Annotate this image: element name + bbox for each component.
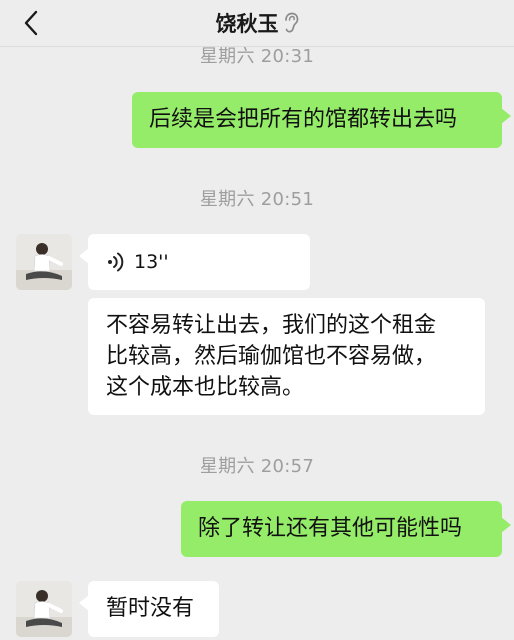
message-bubble-outgoing[interactable]: 后续是会把所有的馆都转出去吗 xyxy=(132,92,511,148)
timestamp: 星期六 20:57 xyxy=(199,456,315,477)
timestamp: 星期六 20:51 xyxy=(199,189,315,210)
message-line: 这个成本也比较高。 xyxy=(106,375,305,400)
voice-message-content: 13'' xyxy=(88,234,310,290)
chat-title: 饶秋玉 xyxy=(215,12,279,36)
message-bubble-incoming[interactable]: 暂时没有 xyxy=(79,581,219,637)
message-bubble-outgoing[interactable]: 除了转让还有其他可能性吗 xyxy=(181,501,511,557)
voice-duration: 13'' xyxy=(134,250,169,273)
avatar[interactable] xyxy=(16,234,72,290)
chat-header: 饶秋玉 xyxy=(0,0,514,47)
avatar-image xyxy=(16,234,72,290)
avatar-image xyxy=(16,581,72,637)
voice-wave-icon xyxy=(108,252,124,272)
title-area[interactable]: 饶秋玉 xyxy=(0,6,514,40)
avatar[interactable] xyxy=(16,581,72,637)
message-line: 不容易转让出去，我们的这个租金 xyxy=(106,313,437,338)
message-bubble-incoming[interactable]: 不容易转让出去，我们的这个租金 比较高，然后瑜伽馆也不容易做， 这个成本也比较高… xyxy=(88,298,485,415)
message-line: 比较高，然后瑜伽馆也不容易做， xyxy=(106,344,437,369)
ear-icon xyxy=(284,12,298,33)
voice-message-bubble[interactable]: 13'' xyxy=(79,234,310,290)
